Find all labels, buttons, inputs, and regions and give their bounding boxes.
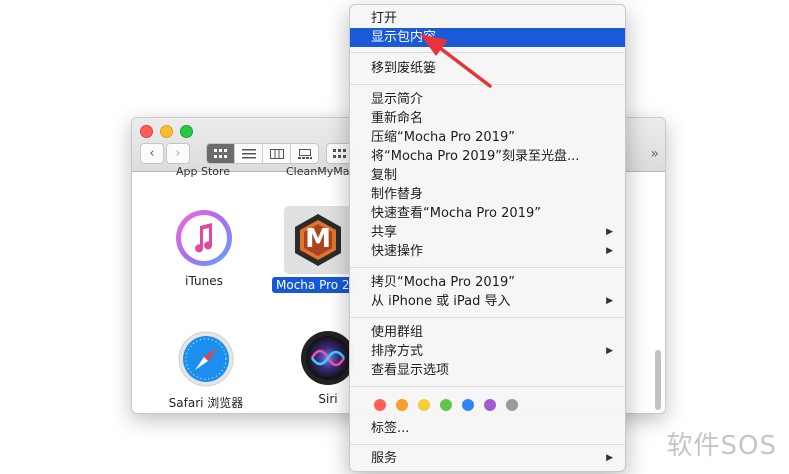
minimize-window-button[interactable]: [160, 125, 173, 138]
menu-separator: [350, 317, 625, 318]
toolbar-overflow-button[interactable]: »: [650, 146, 659, 162]
menu-item-sort-by[interactable]: 排序方式 ▶: [350, 342, 625, 361]
menu-item-label: 从 iPhone 或 iPad 导入: [371, 294, 511, 309]
menu-item-move-to-trash[interactable]: 移到废纸篓: [350, 59, 625, 78]
menu-item-label: 显示包内容: [371, 30, 437, 45]
siri-icon: [301, 331, 355, 385]
forward-button[interactable]: ›: [166, 143, 190, 164]
columns-icon: [269, 148, 284, 159]
menu-item-label: 显示简介: [371, 92, 424, 107]
view-mode-segmented-control: [206, 143, 319, 164]
submenu-arrow-icon: ▶: [606, 296, 613, 306]
menu-item-import-from-iphone[interactable]: 从 iPhone 或 iPad 导入 ▶: [350, 292, 625, 311]
icon-view-button[interactable]: [207, 144, 235, 163]
chevron-left-icon: ‹: [149, 146, 155, 161]
tag-red[interactable]: [374, 399, 386, 411]
selection-highlight: M: [284, 206, 352, 274]
app-itunes[interactable]: iTunes: [172, 208, 236, 288]
menu-item-open[interactable]: 打开: [350, 9, 625, 28]
menu-item-label: 查看显示选项: [371, 363, 450, 378]
arrange-grid-icon: [333, 148, 346, 158]
menu-item-label: 制作替身: [371, 187, 424, 202]
mocha-logo-letter: M: [305, 224, 331, 254]
menu-item-label: 移到废纸篓: [371, 61, 437, 76]
menu-item-quick-actions[interactable]: 快速操作 ▶: [350, 242, 625, 261]
safari-icon: [178, 331, 234, 387]
tag-gray[interactable]: [506, 399, 518, 411]
zoom-window-button[interactable]: [180, 125, 193, 138]
menu-item-label: 使用群组: [371, 325, 424, 340]
menu-item-burn-to-disc[interactable]: 将“Mocha Pro 2019”刻录至光盘...: [350, 147, 625, 166]
app-label-wrapper: Mocha Pro 2: [272, 277, 354, 293]
menu-item-use-groups[interactable]: 使用群组: [350, 323, 625, 342]
menu-item-show-package-contents[interactable]: 显示包内容: [350, 28, 625, 47]
app-label-cut: CleanMyMa: [286, 165, 350, 178]
submenu-arrow-icon: ▶: [606, 246, 613, 256]
app-label-cut: App Store: [176, 165, 231, 178]
tag-blue[interactable]: [462, 399, 474, 411]
app-label-selected: Mocha Pro 2: [272, 277, 354, 293]
menu-item-label: 压缩“Mocha Pro 2019”: [371, 130, 515, 145]
menu-item-compress[interactable]: 压缩“Mocha Pro 2019”: [350, 128, 625, 147]
watermark-text: 软件SOS: [666, 431, 777, 461]
menu-separator: [350, 52, 625, 53]
app-label: Safari 浏览器: [168, 396, 244, 410]
menu-item-label: 排序方式: [371, 344, 424, 359]
menu-item-share[interactable]: 共享 ▶: [350, 223, 625, 242]
menu-separator: [350, 444, 625, 445]
menu-separator: [350, 386, 625, 387]
tag-color-picker: [374, 399, 518, 411]
icon-grid-icon: [213, 148, 227, 158]
menu-item-label: 快速查看“Mocha Pro 2019”: [371, 206, 541, 221]
app-mocha-pro[interactable]: M Mocha Pro 2: [272, 206, 356, 293]
menu-separator: [350, 84, 625, 85]
chevron-right-icon: ›: [175, 146, 181, 161]
menu-item-label: 快速操作: [371, 244, 424, 259]
menu-item-label: 服务: [371, 451, 398, 466]
menu-separator: [350, 267, 625, 268]
menu-item-copy[interactable]: 拷贝“Mocha Pro 2019”: [350, 273, 625, 292]
gallery-icon: [297, 148, 312, 159]
menu-item-tags[interactable]: 标签...: [350, 419, 625, 438]
app-label: iTunes: [185, 274, 223, 288]
submenu-arrow-icon: ▶: [606, 227, 613, 237]
list-icon: [241, 148, 256, 158]
menu-item-label: 打开: [371, 11, 398, 26]
itunes-icon: [176, 210, 232, 266]
submenu-arrow-icon: ▶: [606, 453, 613, 463]
back-button[interactable]: ‹: [140, 143, 164, 164]
menu-item-duplicate[interactable]: 复制: [350, 166, 625, 185]
tag-yellow[interactable]: [418, 399, 430, 411]
list-view-button[interactable]: [235, 144, 263, 163]
gallery-view-button[interactable]: [291, 144, 318, 163]
close-window-button[interactable]: [140, 125, 153, 138]
menu-item-show-view-options[interactable]: 查看显示选项: [350, 361, 625, 380]
menu-item-label: 重新命名: [371, 111, 424, 126]
menu-item-label: 将“Mocha Pro 2019”刻录至光盘...: [371, 149, 580, 164]
context-menu: 打开 显示包内容 移到废纸篓 显示简介 重新命名 压缩“Mocha Pro 20…: [349, 4, 626, 472]
menu-item-label: 拷贝“Mocha Pro 2019”: [371, 275, 515, 290]
menu-item-get-info[interactable]: 显示简介: [350, 90, 625, 109]
scrollbar[interactable]: [655, 350, 661, 410]
menu-item-quick-look[interactable]: 快速查看“Mocha Pro 2019”: [350, 204, 625, 223]
menu-item-make-alias[interactable]: 制作替身: [350, 185, 625, 204]
menu-item-label: 共享: [371, 225, 398, 240]
menu-item-label: 复制: [371, 168, 398, 183]
submenu-arrow-icon: ▶: [606, 346, 613, 356]
app-safari[interactable]: Safari 浏览器: [168, 330, 244, 411]
tag-purple[interactable]: [484, 399, 496, 411]
double-chevron-icon: »: [650, 146, 659, 162]
menu-item-label: 标签...: [371, 421, 410, 436]
tag-orange[interactable]: [396, 399, 408, 411]
menu-item-rename[interactable]: 重新命名: [350, 109, 625, 128]
watermark: 软件SOS: [667, 425, 777, 462]
tag-green[interactable]: [440, 399, 452, 411]
menu-item-services[interactable]: 服务 ▶: [350, 449, 625, 468]
column-view-button[interactable]: [263, 144, 291, 163]
